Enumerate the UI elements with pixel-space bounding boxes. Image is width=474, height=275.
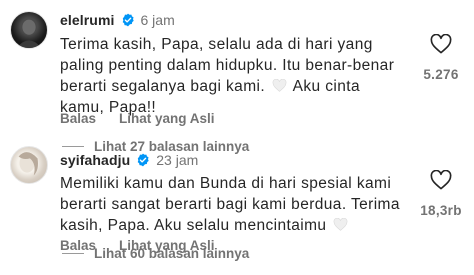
comment-actions: Balas Lihat yang Asli xyxy=(60,111,215,126)
comment-item: elelrumi 6 jam Terima kasih, Papa, selal… xyxy=(0,0,474,154)
heart-outline-icon[interactable] xyxy=(430,34,452,54)
avatar[interactable] xyxy=(10,11,48,49)
comment-time: 6 jam xyxy=(140,12,175,28)
comment-text: Memiliki kamu dan Bunda di hari spesial … xyxy=(60,173,405,236)
comment-text: Terima kasih, Papa, selalu ada di hari y… xyxy=(60,34,405,118)
comment-header: elelrumi 6 jam xyxy=(60,12,175,28)
username[interactable]: elelrumi xyxy=(60,12,115,28)
white-heart-emoji-icon xyxy=(272,79,287,92)
white-heart-emoji-icon xyxy=(333,218,348,231)
see-original-button[interactable]: Lihat yang Asli xyxy=(119,111,215,126)
like-area: 5.276 xyxy=(416,34,466,82)
username[interactable]: syifahadju xyxy=(60,152,130,168)
heart-outline-icon[interactable] xyxy=(430,170,452,190)
comment-header: syifahadju 23 jam xyxy=(60,152,198,168)
replies-divider xyxy=(62,253,84,254)
comment-time: 23 jam xyxy=(156,152,199,168)
view-replies-button[interactable]: Lihat 60 balasan lainnya xyxy=(62,246,249,261)
like-count: 5.276 xyxy=(423,67,459,82)
reply-button[interactable]: Balas xyxy=(60,111,96,126)
view-replies-label: Lihat 60 balasan lainnya xyxy=(94,246,250,261)
comment-text-part: Memiliki kamu dan Bunda di hari spesial … xyxy=(60,175,400,234)
avatar[interactable] xyxy=(10,146,48,184)
verified-badge-icon xyxy=(121,13,135,27)
like-area: 18,3rb xyxy=(416,170,466,218)
verified-badge-icon xyxy=(136,153,150,167)
like-count: 18,3rb xyxy=(420,203,462,218)
